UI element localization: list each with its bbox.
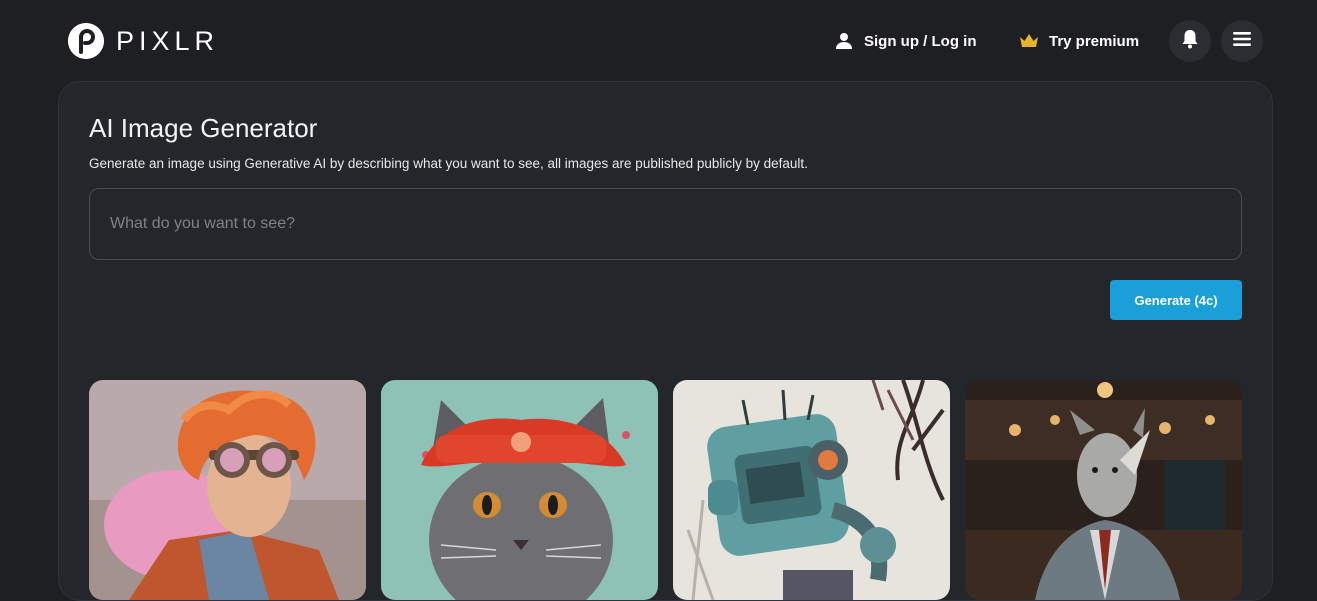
- cat-red-hat-image: [381, 380, 658, 600]
- user-icon: [834, 31, 854, 51]
- gallery-item-goggles-portrait[interactable]: [89, 380, 366, 600]
- logo-text: PIXLR: [116, 25, 220, 56]
- premium-label: Try premium: [1049, 32, 1140, 50]
- signin-link[interactable]: Sign up / Log in: [834, 29, 976, 53]
- generate-button[interactable]: Generate (4c): [1110, 280, 1242, 320]
- robot-image: [673, 380, 950, 600]
- gallery-item-rhino-suit[interactable]: [965, 380, 1242, 600]
- image-gallery: [89, 380, 1242, 600]
- menu-button[interactable]: [1221, 20, 1263, 62]
- bell-icon: [1181, 29, 1199, 54]
- notifications-button[interactable]: [1169, 20, 1211, 62]
- pixlr-logo-icon: [68, 23, 104, 59]
- page-description: Generate an image using Generative AI by…: [89, 156, 808, 171]
- page-title: AI Image Generator: [89, 113, 318, 143]
- prompt-input[interactable]: [89, 188, 1242, 260]
- pixlr-logo[interactable]: PIXLR: [68, 22, 219, 60]
- gallery-item-cat-red-hat[interactable]: [381, 380, 658, 600]
- hamburger-menu-icon: [1233, 31, 1251, 52]
- crown-icon: [1019, 33, 1039, 49]
- goggles-portrait-image: [89, 380, 366, 600]
- rhino-suit-image: [965, 380, 1242, 600]
- gallery-item-robot[interactable]: [673, 380, 950, 600]
- top-bar: PIXLR Sign up / Log in Try premium: [0, 0, 1317, 82]
- generator-panel: AI Image Generator Generate an image usi…: [58, 81, 1273, 601]
- try-premium-link[interactable]: Try premium: [1019, 29, 1139, 53]
- signin-label: Sign up / Log in: [864, 32, 977, 50]
